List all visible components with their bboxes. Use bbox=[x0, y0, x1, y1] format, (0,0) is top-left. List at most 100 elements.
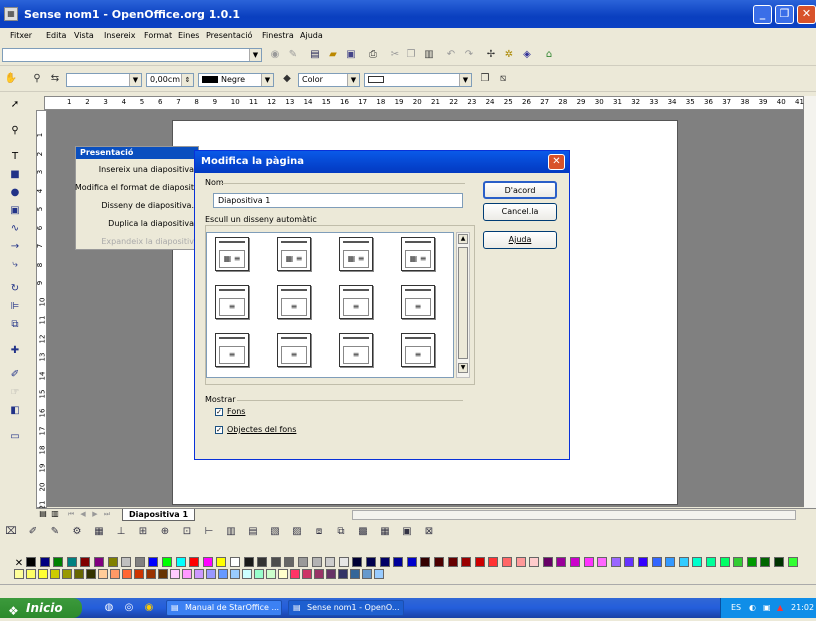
color-swatch[interactable] bbox=[488, 557, 499, 567]
color-swatch[interactable] bbox=[325, 557, 336, 567]
tray-icon[interactable]: ◐ bbox=[749, 598, 756, 618]
maximize-button[interactable]: ❐ bbox=[775, 5, 794, 24]
drawing-tool-icon[interactable]: ⊡ bbox=[180, 525, 194, 539]
layout-thumbnail[interactable]: ▦ ≡ bbox=[339, 237, 373, 271]
dialog-title[interactable]: Modifica la pàgina ✕ bbox=[195, 151, 569, 173]
chevron-down-icon[interactable]: ▼ bbox=[347, 74, 359, 86]
effects-icon[interactable]: ✐ bbox=[8, 368, 22, 382]
last-slide-icon[interactable]: ⏭ bbox=[100, 507, 114, 521]
vertical-ruler[interactable]: 1 2 3 4 5 6 7 8 9 10 11 12 13 14 15 16 17 18 19 20 21 bbox=[36, 110, 47, 509]
open-folder-icon[interactable]: ▰ bbox=[326, 48, 340, 62]
color-swatch[interactable] bbox=[254, 569, 264, 579]
drawing-tool-icon[interactable]: ⚙ bbox=[70, 525, 84, 539]
background-objects-checkbox-label[interactable]: Objectes del fons bbox=[227, 425, 296, 434]
drawing-tool-icon[interactable]: ⊕ bbox=[158, 525, 172, 539]
text-icon[interactable]: T bbox=[8, 150, 22, 164]
rectangle-icon[interactable]: ■ bbox=[8, 168, 22, 182]
color-swatch[interactable] bbox=[393, 557, 404, 567]
color-swatch[interactable] bbox=[542, 557, 553, 567]
color-swatch[interactable] bbox=[651, 557, 662, 567]
close-button[interactable]: ✕ bbox=[797, 5, 816, 24]
stylist-icon[interactable]: ✲ bbox=[502, 48, 516, 62]
menu-ajuda[interactable]: Ajuda bbox=[300, 31, 323, 40]
arrange-icon[interactable]: ⧉ bbox=[8, 318, 22, 332]
color-swatch[interactable] bbox=[362, 569, 372, 579]
horizontal-scrollbar[interactable] bbox=[352, 510, 796, 520]
layout-thumbnail[interactable]: ≡ bbox=[339, 285, 373, 319]
color-swatch[interactable] bbox=[189, 557, 200, 567]
layout-gallery-scrollbar[interactable]: ▲ ▼ bbox=[456, 232, 470, 378]
color-swatch[interactable] bbox=[774, 557, 784, 567]
expand-slide-item[interactable]: Expandeix la diapositiv bbox=[101, 237, 194, 246]
spin-icon[interactable]: ⇕ bbox=[181, 74, 193, 86]
line-style-select[interactable]: ▼ bbox=[66, 73, 142, 87]
color-swatch[interactable] bbox=[678, 557, 689, 567]
color-swatch[interactable] bbox=[14, 569, 24, 579]
chevron-down-icon[interactable]: ▼ bbox=[129, 74, 141, 86]
color-swatch[interactable] bbox=[98, 569, 108, 579]
insert-icon[interactable]: ✚ bbox=[8, 344, 22, 358]
color-swatch[interactable] bbox=[170, 569, 180, 579]
arrow-style-icon[interactable]: ⇆ bbox=[48, 72, 62, 86]
name-field[interactable]: Diapositiva 1 bbox=[213, 193, 463, 208]
drawing-tool-icon[interactable]: ⊞ bbox=[136, 525, 150, 539]
window-title-bar[interactable]: ▦ Sense nom1 - OpenOffice.org 1.0.1 _ ❐ … bbox=[0, 0, 816, 28]
shadow-icon[interactable]: ❒ bbox=[478, 72, 492, 86]
color-swatch[interactable] bbox=[746, 557, 757, 567]
scroll-down-icon[interactable]: ▼ bbox=[458, 363, 468, 373]
cut-icon[interactable]: ✂ bbox=[388, 48, 402, 62]
color-swatch[interactable] bbox=[420, 557, 431, 567]
color-swatch[interactable] bbox=[218, 569, 228, 579]
duplicate-slide-item[interactable]: Duplica la diapositiva bbox=[108, 219, 194, 228]
color-swatch[interactable] bbox=[134, 569, 144, 579]
color-swatch[interactable] bbox=[284, 557, 295, 567]
color-swatch[interactable] bbox=[624, 557, 635, 567]
line-width-field[interactable]: 0,00cm ⇕ bbox=[146, 73, 194, 87]
color-swatch[interactable] bbox=[502, 557, 512, 567]
layout-thumbnail[interactable]: ≡ bbox=[401, 333, 435, 367]
chevron-down-icon[interactable]: ▼ bbox=[459, 74, 471, 86]
color-swatch[interactable] bbox=[311, 557, 322, 567]
drawing-tool-icon[interactable]: ⊥ bbox=[114, 525, 128, 539]
color-swatch[interactable] bbox=[62, 569, 72, 579]
color-swatch[interactable] bbox=[230, 557, 240, 567]
quicklaunch-icon[interactable]: ◉ bbox=[142, 601, 156, 615]
zoom-icon[interactable]: ⚲ bbox=[8, 124, 22, 138]
color-swatch[interactable] bbox=[26, 569, 36, 579]
menu-eines[interactable]: Eines bbox=[178, 31, 199, 40]
color-swatch[interactable] bbox=[50, 569, 60, 579]
alignment-icon[interactable]: ⊫ bbox=[8, 300, 22, 314]
help-button[interactable]: Ajuda bbox=[483, 231, 557, 249]
color-swatch[interactable] bbox=[302, 569, 312, 579]
navigator-icon[interactable]: ✢ bbox=[484, 48, 498, 62]
color-swatch[interactable] bbox=[216, 557, 227, 567]
presentation-panel-title[interactable]: Presentació bbox=[76, 147, 198, 159]
dialog-close-button[interactable]: ✕ bbox=[548, 154, 565, 170]
color-swatch[interactable] bbox=[350, 569, 360, 579]
layout-thumbnail[interactable]: ≡ bbox=[215, 285, 249, 319]
quicklaunch-icon[interactable]: ◎ bbox=[122, 601, 136, 615]
color-swatch[interactable] bbox=[39, 557, 50, 567]
save-icon[interactable]: ▣ bbox=[344, 48, 358, 62]
drawing-tool-icon[interactable]: ⊠ bbox=[422, 525, 436, 539]
color-swatch[interactable] bbox=[242, 569, 252, 579]
color-swatch[interactable] bbox=[266, 569, 276, 579]
color-swatch[interactable] bbox=[760, 557, 771, 567]
line-icon[interactable]: → bbox=[8, 240, 22, 254]
drawing-tool-icon[interactable]: ▦ bbox=[378, 525, 392, 539]
color-swatch[interactable] bbox=[434, 557, 444, 567]
color-swatch[interactable] bbox=[206, 569, 216, 579]
url-combobox[interactable]: ▼ bbox=[2, 48, 262, 62]
tray-icon[interactable]: ▲ bbox=[777, 598, 783, 618]
color-swatch[interactable] bbox=[257, 557, 268, 567]
background-checkbox-label[interactable]: Fons bbox=[227, 407, 245, 416]
color-swatch[interactable] bbox=[158, 569, 168, 579]
drawing-tool-icon[interactable]: ▧ bbox=[268, 525, 282, 539]
gallery-icon[interactable]: ◈ bbox=[520, 48, 534, 62]
color-swatch[interactable] bbox=[80, 557, 91, 567]
menu-fitxer[interactable]: Fitxer bbox=[10, 31, 32, 40]
color-swatch[interactable] bbox=[175, 557, 186, 567]
chevron-down-icon[interactable]: ▼ bbox=[249, 49, 261, 61]
color-swatch[interactable] bbox=[74, 569, 84, 579]
ellipse-icon[interactable]: ● bbox=[8, 186, 22, 200]
